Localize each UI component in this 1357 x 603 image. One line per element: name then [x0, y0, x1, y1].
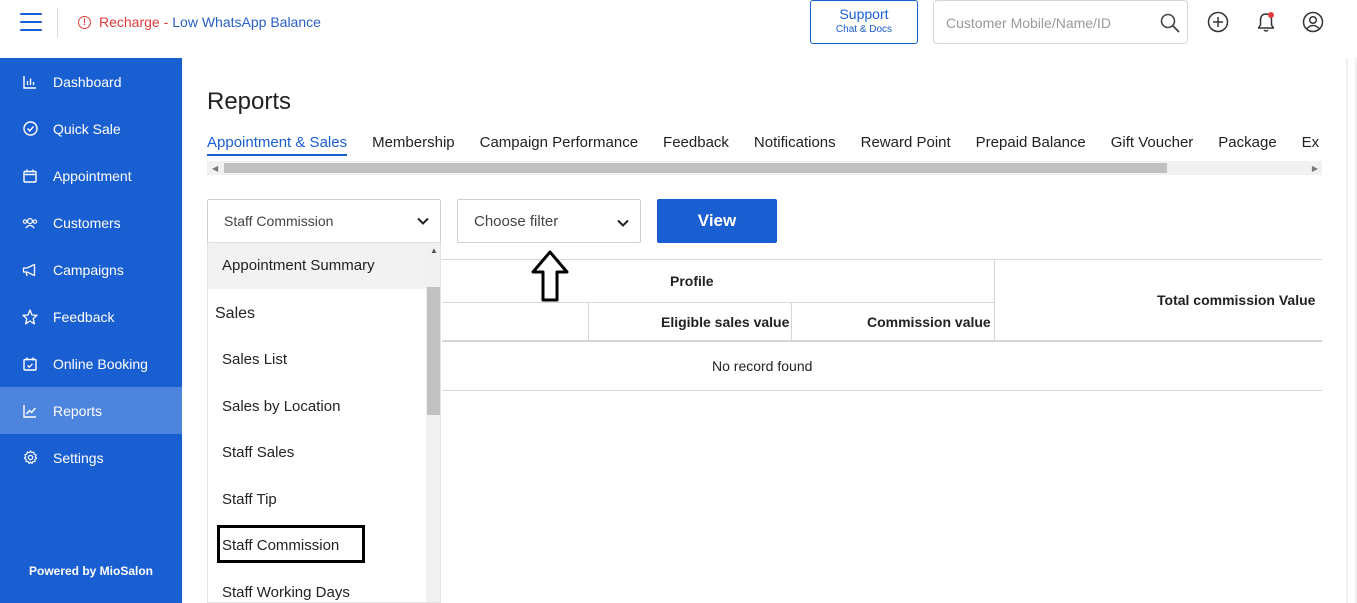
alert-link[interactable]: Low WhatsApp Balance	[172, 14, 321, 30]
filter-value: Choose filter	[474, 213, 559, 230]
commission-value-header: Commission value	[867, 314, 991, 330]
sidebar-item-campaigns[interactable]: Campaigns	[0, 246, 182, 293]
tab-prepaid-balance[interactable]: Prepaid Balance	[976, 134, 1086, 154]
scrollbar-thumb[interactable]	[1348, 58, 1355, 603]
table-border	[442, 390, 1322, 391]
sidebar-item-label: Customers	[53, 214, 121, 231]
sidebar-item-dashboard[interactable]: Dashboard	[0, 58, 182, 105]
table-border	[442, 259, 1322, 260]
table-border	[791, 302, 792, 341]
sidebar: Dashboard Quick Sale Appointment Custome…	[0, 58, 182, 603]
sidebar-item-appointment[interactable]: Appointment	[0, 152, 182, 199]
table-border	[442, 302, 994, 303]
report-tabs: Appointment & Sales Membership Campaign Pe…	[207, 134, 1322, 158]
sidebar-item-label: Settings	[53, 449, 104, 466]
dropdown-scrollbar[interactable]: ▲	[426, 243, 440, 602]
sidebar-item-quick-sale[interactable]: Quick Sale	[0, 105, 182, 152]
gear-icon	[22, 450, 38, 466]
scroll-up-icon[interactable]: ▲	[430, 246, 438, 255]
total-commission-header: Total commission Value	[1157, 292, 1316, 308]
sidebar-item-label: Feedback	[53, 308, 115, 325]
alert-prefix: Recharge -	[99, 14, 169, 30]
option-staff-working-days[interactable]: Staff Working Days	[208, 570, 426, 602]
table-border	[994, 259, 995, 341]
scroll-right-icon[interactable]: ▶	[1312, 164, 1318, 173]
tabs-scrollbar[interactable]: ◀ ▶	[207, 161, 1322, 175]
view-button[interactable]: View	[657, 199, 777, 243]
sidebar-item-label: Online Booking	[53, 355, 148, 372]
scrollbar-thumb[interactable]	[427, 287, 440, 415]
option-staff-tip[interactable]: Staff Tip	[208, 477, 426, 523]
tab-notifications[interactable]: Notifications	[754, 134, 836, 154]
low-balance-alert[interactable]: ! Recharge - Low WhatsApp Balance	[78, 14, 321, 30]
empty-state: No record found	[712, 358, 813, 374]
up-arrow-icon	[531, 250, 569, 302]
tab-package[interactable]: Package	[1218, 134, 1276, 154]
table-border	[588, 302, 589, 341]
sidebar-item-label: Appointment	[53, 167, 132, 184]
option-sales-by-location[interactable]: Sales by Location	[208, 384, 426, 430]
powered-by: Powered by MioSalon	[28, 564, 154, 578]
sidebar-item-label: Campaigns	[53, 261, 124, 278]
divider	[57, 8, 58, 38]
page-scrollbar[interactable]	[1346, 58, 1357, 603]
user-profile-icon[interactable]	[1302, 11, 1324, 33]
tab-ex[interactable]: Ex	[1302, 134, 1320, 154]
scroll-left-icon[interactable]: ◀	[212, 164, 218, 173]
filter-select[interactable]: Choose filter	[457, 199, 641, 243]
sidebar-item-label: Dashboard	[53, 73, 122, 90]
menu-icon[interactable]	[20, 13, 42, 33]
chevron-down-icon	[417, 217, 429, 225]
table-border	[442, 340, 1322, 342]
add-icon[interactable]	[1207, 11, 1229, 33]
info-icon: !	[78, 15, 91, 29]
notification-bell-icon[interactable]	[1255, 11, 1277, 33]
profile-header: Profile	[670, 273, 714, 289]
search-input[interactable]	[946, 13, 1146, 33]
tab-feedback[interactable]: Feedback	[663, 134, 729, 154]
chevron-down-icon	[617, 219, 629, 227]
scrollbar-thumb[interactable]	[224, 163, 1167, 173]
group-sales: Sales	[215, 305, 256, 322]
option-appointment-summary[interactable]: Appointment Summary	[208, 243, 426, 289]
tab-reward-point[interactable]: Reward Point	[861, 134, 951, 154]
report-type-select[interactable]: Staff Commission	[207, 199, 441, 243]
tab-membership[interactable]: Membership	[372, 134, 455, 154]
support-sublabel: Chat & Docs	[835, 24, 893, 35]
support-button[interactable]: Support Chat & Docs	[810, 0, 918, 44]
tab-gift-voucher[interactable]: Gift Voucher	[1111, 134, 1194, 154]
top-bar: ! Recharge - Low WhatsApp Balance Suppor…	[0, 0, 1357, 46]
page-title: Reports	[207, 88, 292, 115]
sidebar-item-label: Reports	[53, 402, 103, 419]
calendar-icon	[22, 168, 38, 184]
calendar-check-icon	[22, 356, 38, 372]
tab-appointment-sales[interactable]: Appointment & Sales	[207, 134, 348, 156]
highlight-annotation	[217, 525, 365, 563]
star-icon	[22, 308, 38, 325]
sidebar-item-feedback[interactable]: Feedback	[0, 293, 182, 340]
option-staff-sales[interactable]: Staff Sales	[208, 430, 426, 476]
option-sales-list[interactable]: Sales List	[208, 337, 426, 383]
sidebar-item-customers[interactable]: Customers	[0, 199, 182, 246]
sidebar-item-label: Quick Sale	[53, 120, 121, 137]
sidebar-item-online-booking[interactable]: Online Booking	[0, 340, 182, 387]
sidebar-item-reports[interactable]: Reports	[0, 387, 182, 434]
check-circle-icon	[22, 121, 38, 137]
bar-chart-icon	[22, 74, 38, 90]
customer-search[interactable]	[933, 0, 1188, 44]
search-icon[interactable]	[1160, 13, 1180, 33]
line-chart-icon	[22, 403, 38, 419]
sidebar-item-settings[interactable]: Settings	[0, 434, 182, 481]
report-type-value: Staff Commission	[224, 213, 334, 229]
support-label: Support	[839, 6, 889, 22]
megaphone-icon	[22, 262, 38, 278]
eligible-sales-header: Eligible sales value	[661, 314, 790, 330]
users-icon	[22, 215, 38, 231]
tab-campaign-performance[interactable]: Campaign Performance	[480, 134, 638, 154]
